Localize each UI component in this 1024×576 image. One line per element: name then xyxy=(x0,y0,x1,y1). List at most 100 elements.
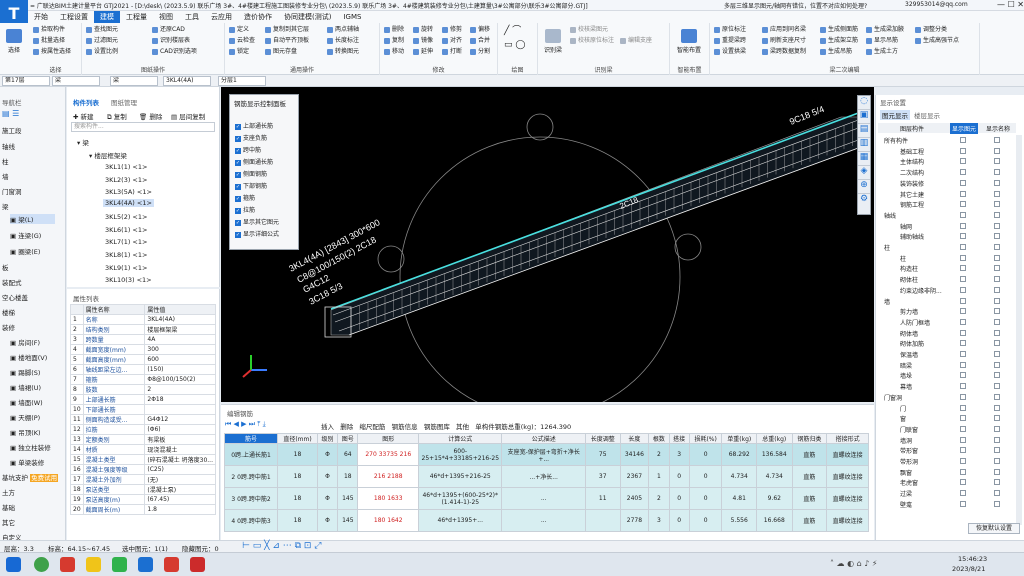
property-cell[interactable]: 楼层框架梁 xyxy=(144,324,216,335)
show-name-checkbox[interactable] xyxy=(994,201,1000,208)
show-name-checkbox[interactable] xyxy=(994,425,1000,432)
property-row[interactable]: 1 名称 3KL4(4A) xyxy=(70,314,216,325)
display-row[interactable]: 墙 xyxy=(876,296,1016,306)
pick-component-button[interactable]: 拾取构件 xyxy=(33,26,65,34)
display-row[interactable]: 门联窗 xyxy=(876,424,1016,434)
convert-element-button[interactable]: 转换图元 xyxy=(327,48,359,56)
tab-component-list[interactable]: 构件列表 xyxy=(73,97,99,107)
property-row[interactable]: 18 泵送类型 (混凝土泵) xyxy=(70,484,216,495)
property-cell[interactable]: (混凝土泵) xyxy=(144,484,216,495)
rebar-cell[interactable]: 4.734 xyxy=(756,465,793,488)
rebar-cell[interactable]: 直螺纹连接 xyxy=(826,443,869,466)
rebar-cell[interactable] xyxy=(584,509,621,532)
display-row[interactable]: 人防门框墙 xyxy=(876,317,1016,327)
display-row[interactable]: 装饰装修 xyxy=(876,178,1016,188)
gen-erect-bar-button[interactable]: 生成架立筋 xyxy=(820,37,858,45)
show-name-checkbox[interactable] xyxy=(994,415,1000,422)
refresh-support-button[interactable]: 刷新支座尺寸 xyxy=(762,37,806,45)
user-account[interactable]: 329953014@qq.com xyxy=(905,1,968,8)
property-row[interactable]: 20 截面周长(m) 1.8 xyxy=(70,504,216,515)
property-cell[interactable]: G4Φ12 xyxy=(144,414,216,425)
menu-project-settings[interactable]: 工程设置 xyxy=(54,11,94,23)
side-view-icon[interactable]: ▦ xyxy=(858,152,870,166)
layer-select[interactable]: 分层1 xyxy=(218,76,266,86)
rebar-cell[interactable]: 5.556 xyxy=(721,509,757,532)
restore-cad-button[interactable]: 还原CAD xyxy=(152,26,185,34)
rebar-cell[interactable]: 直螺纹连接 xyxy=(826,509,869,532)
copy-button[interactable]: 复制 xyxy=(384,37,404,45)
rebar-cell[interactable]: 直螺纹连接 xyxy=(826,487,869,510)
nav-earthwork[interactable]: 土方 xyxy=(2,487,15,497)
show-element-checkbox[interactable] xyxy=(960,500,966,507)
tree-item[interactable]: 3KL1(1) <1> xyxy=(105,163,147,171)
window-controls[interactable]: — ☐ ✕ xyxy=(975,0,1024,9)
show-name-checkbox[interactable] xyxy=(994,276,1000,283)
show-element-checkbox[interactable] xyxy=(960,404,966,411)
property-row[interactable]: 19 泵送高度(m) (67.45) xyxy=(70,494,216,505)
auto-align-button[interactable]: 自动平齐顶板 xyxy=(265,37,309,45)
two-point-axis-button[interactable]: 两点辅轴 xyxy=(327,26,359,34)
rebar-row[interactable]: 4 0跨.跨中筋3 18 Φ 145 180 1642 46*d+1395+...... 2… xyxy=(223,509,869,532)
new-component-button[interactable]: ✚ 新建 xyxy=(73,111,94,121)
rebar-cell[interactable]: 46*d+1395+... xyxy=(418,509,503,532)
display-row[interactable]: 老虎窗 xyxy=(876,477,1016,487)
rebar-row[interactable]: 2 0跨.跨中筋1 18 Φ 18 216 2188 46*d+1395+216-25..… xyxy=(223,465,869,488)
rebar-row[interactable]: 0跨.上通长筋1 18 Φ 64 270 33735 216 600-25+15*4+33… xyxy=(223,443,869,466)
scale-rebar-button[interactable]: 缩尺配筋 xyxy=(359,423,385,431)
show-name-checkbox[interactable] xyxy=(994,318,1000,325)
display-row[interactable]: 砌体加筋 xyxy=(876,338,1016,348)
nav-floor[interactable]: ▣ 楼地面(V) xyxy=(10,352,47,362)
define-button[interactable]: 定义 xyxy=(229,26,249,34)
rebar-cell[interactable]: 270 33735 216 xyxy=(357,443,420,466)
show-name-checkbox[interactable] xyxy=(994,147,1000,154)
show-name-checkbox[interactable] xyxy=(994,265,1000,272)
show-name-checkbox[interactable] xyxy=(994,458,1000,464)
rebar-cell[interactable]: 2 xyxy=(648,443,670,466)
property-cell[interactable]: 600 xyxy=(144,354,216,365)
rebar-cell[interactable]: 直螺纹连接 xyxy=(826,465,869,488)
rebar-cell[interactable]: 0 xyxy=(668,509,690,532)
show-name-checkbox[interactable] xyxy=(994,447,1000,454)
zoom-icon[interactable]: ⊕ xyxy=(858,180,870,194)
tree-item[interactable]: 3KL8(1) <1> xyxy=(105,251,147,259)
rebar-cell[interactable]: 11 xyxy=(584,487,621,510)
display-row[interactable]: 钢筋工程 xyxy=(876,199,1016,209)
rebar-cell[interactable]: 18 xyxy=(277,443,318,466)
save-element-button[interactable]: 图元存盘 xyxy=(265,48,297,56)
show-element-checkbox[interactable] xyxy=(960,383,966,390)
copy-to-floor-button[interactable]: 复制到其它层 xyxy=(265,26,309,34)
rebar-cell[interactable]: ...+净长... xyxy=(501,465,586,488)
rebar-cell[interactable]: 4.734 xyxy=(721,465,757,488)
property-cell[interactable]: 现浇混凝土 xyxy=(144,444,216,455)
show-element-checkbox[interactable] xyxy=(960,158,966,165)
show-element-checkbox[interactable] xyxy=(960,415,966,422)
rotate-button[interactable]: 旋转 xyxy=(413,26,433,34)
show-name-checkbox[interactable] xyxy=(994,479,1000,486)
re-span-button[interactable]: 重提梁跨 xyxy=(714,37,746,45)
show-element-checkbox[interactable] xyxy=(960,425,966,432)
tray-icons[interactable]: ˄ ☁ ◐ ⌂ ♪ ⚡ xyxy=(830,559,878,568)
rebar-cell[interactable]: 216 2188 xyxy=(357,465,420,488)
offset-button[interactable]: 偏移 xyxy=(470,26,490,34)
property-cell[interactable]: (150) xyxy=(144,364,216,375)
check-side-through-bar[interactable]: ✓ 侧面通长筋 xyxy=(235,157,273,166)
show-element-checkbox[interactable] xyxy=(960,211,966,218)
show-name-checkbox[interactable] xyxy=(994,490,1000,497)
apply-same-name-button[interactable]: 应用到同名梁 xyxy=(762,26,806,34)
insert-button[interactable]: 插入 xyxy=(321,423,334,431)
rebar-cell[interactable]: 145 xyxy=(337,487,359,510)
wechat-icon[interactable] xyxy=(112,557,127,572)
rebar-cell[interactable]: 0 xyxy=(668,465,690,488)
tab-drawing-manage[interactable]: 图纸管理 xyxy=(111,97,137,107)
rebar-cell[interactable]: 18 xyxy=(277,465,318,488)
recognize-floor-table-button[interactable]: 识别楼层表 xyxy=(152,37,190,45)
show-name-checkbox[interactable] xyxy=(994,158,1000,165)
rebar-cell[interactable]: 0 xyxy=(688,443,723,466)
show-element-checkbox[interactable] xyxy=(960,254,966,261)
show-name-checkbox[interactable] xyxy=(994,500,1000,507)
copy-component-button[interactable]: ⧉ 复制 xyxy=(107,111,127,122)
display-row[interactable]: 构造柱 xyxy=(876,263,1016,273)
property-row[interactable]: 6 轴线距梁左边... (150) xyxy=(70,364,216,375)
display-row[interactable]: 门 xyxy=(876,403,1016,413)
rebar-cell[interactable]: 145 xyxy=(337,509,359,532)
